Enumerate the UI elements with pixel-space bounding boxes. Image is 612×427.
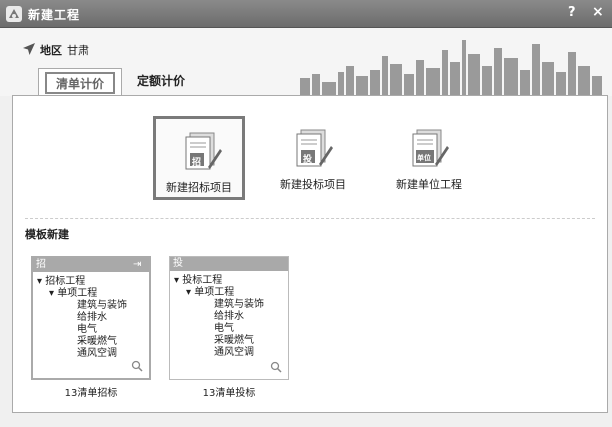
template-card-bid[interactable]: 投 ▾ 投标工程 ▾ 单项工程 建筑与装饰 给排水 电气 采暖燃气 通风空调 1… — [169, 256, 289, 399]
tree-root: ▾ 投标工程 — [174, 275, 223, 286]
bid-badge: 投 — [303, 155, 313, 165]
new-tender-project-button[interactable]: 招 新建招标项目 — [153, 116, 245, 200]
tab-bill-pricing[interactable]: 清单计价 — [38, 68, 122, 96]
template-card-frame: 投 ▾ 投标工程 ▾ 单项工程 建筑与装饰 给排水 电气 采暖燃气 通风空调 — [169, 256, 289, 380]
location-arrow-icon — [23, 43, 35, 55]
tree-leaf: 采暖燃气 — [214, 335, 254, 346]
title-bar: 新建工程 ? × — [0, 0, 612, 28]
new-bid-project-button[interactable]: 投 新建投标项目 — [267, 116, 359, 200]
template-card-frame: 招 ⇥ ▾ 招标工程 ▾ 单项工程 建筑与装饰 给排水 电气 采暖燃气 通风空调 — [31, 256, 151, 380]
bid-document-icon — [296, 129, 333, 167]
tree-child: ▾ 单项工程 — [49, 288, 98, 299]
section-divider — [25, 218, 595, 219]
tree-leaf: 建筑与装饰 — [214, 299, 264, 310]
tree-leaf: 采暖燃气 — [77, 336, 117, 347]
header-area: 地区 甘肃 清单计价 定额计价 — [0, 28, 612, 96]
tree-leaf: 给排水 — [214, 311, 244, 322]
magnifier-icon[interactable] — [131, 360, 143, 372]
template-card-tender[interactable]: 招 ⇥ ▾ 招标工程 ▾ 单项工程 建筑与装饰 给排水 电气 采暖燃气 通风空调… — [31, 256, 151, 399]
template-badge: 投 — [173, 258, 183, 269]
close-button[interactable]: × — [592, 4, 604, 20]
region-label: 地区 — [40, 44, 62, 57]
unit-document-icon — [412, 129, 449, 167]
tree-leaf: 给排水 — [77, 312, 107, 323]
new-bid-project-label: 新建投标项目 — [280, 178, 346, 191]
template-section-heading: 模板新建 — [25, 228, 69, 241]
tender-document-icon — [185, 132, 222, 170]
new-tender-project-label: 新建招标项目 — [166, 181, 232, 194]
window-title: 新建工程 — [28, 8, 81, 22]
template-card-header: 投 — [170, 257, 288, 271]
template-card-header: 招 ⇥ — [33, 258, 149, 272]
tree-leaf: 通风空调 — [77, 348, 117, 359]
new-unit-project-label: 新建单位工程 — [396, 178, 462, 191]
main-panel: 招 新建招标项目 投 新建投标项目 单位 新建单位工程 模板新建 招 ⇥ ▾ 招… — [12, 95, 608, 413]
template-badge: 招 — [36, 259, 46, 270]
template-tree: ▾ 投标工程 ▾ 单项工程 建筑与装饰 给排水 电气 采暖燃气 通风空调 — [174, 275, 264, 359]
tab-quota-pricing[interactable]: 定额计价 — [126, 68, 196, 96]
region-value[interactable]: 甘肃 — [67, 42, 89, 58]
new-unit-project-button[interactable]: 单位 新建单位工程 — [383, 116, 475, 200]
template-caption: 13清单招标 — [64, 388, 118, 399]
city-skyline-image — [300, 40, 602, 96]
template-caption: 13清单投标 — [202, 388, 256, 399]
magnifier-icon[interactable] — [270, 361, 282, 373]
tree-leaf: 电气 — [77, 324, 97, 335]
tree-leaf: 建筑与装饰 — [77, 300, 127, 311]
unit-badge: 单位 — [417, 154, 431, 162]
tree-root: ▾ 招标工程 — [37, 276, 86, 287]
tab-bill-pricing-label: 清单计价 — [45, 72, 115, 94]
template-tree: ▾ 招标工程 ▾ 单项工程 建筑与装饰 给排水 电气 采暖燃气 通风空调 — [37, 276, 127, 360]
pin-icon[interactable]: ⇥ — [133, 260, 145, 270]
tree-leaf: 电气 — [214, 323, 234, 334]
tender-badge: 招 — [192, 158, 202, 168]
tree-leaf: 通风空调 — [214, 347, 254, 358]
tree-child: ▾ 单项工程 — [186, 287, 235, 298]
help-button[interactable]: ? — [568, 5, 576, 20]
app-logo-icon — [6, 6, 22, 22]
